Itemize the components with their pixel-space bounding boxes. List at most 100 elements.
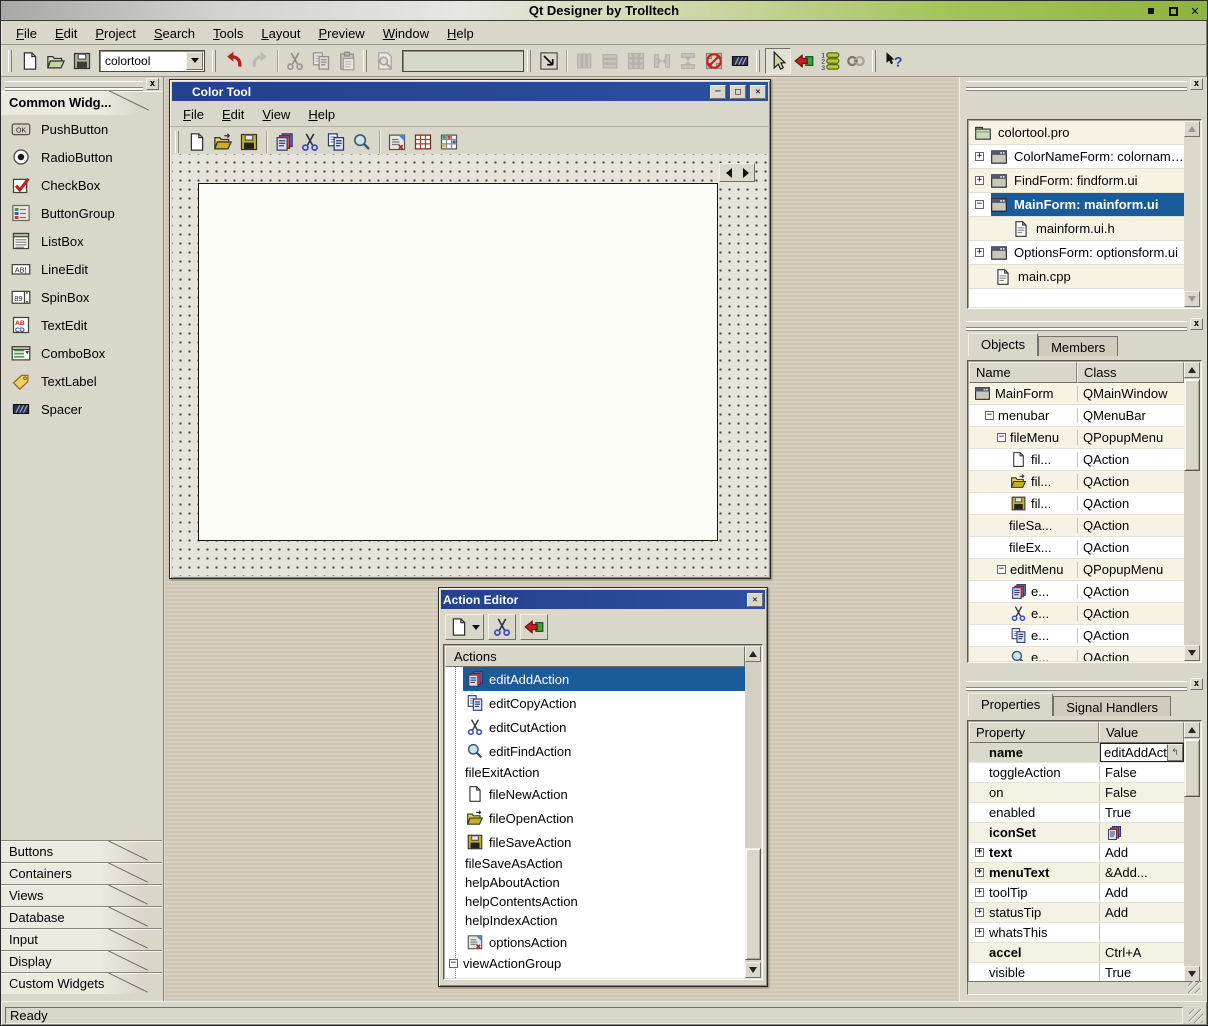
property-row-visible[interactable]: visibleTrue — [969, 963, 1184, 982]
property-row-iconSet[interactable]: iconSet — [969, 823, 1184, 843]
object-row-MainForm[interactable]: MainFormQMainWindow — [969, 383, 1184, 405]
spacer-button[interactable] — [727, 48, 753, 74]
toolbar-handle[interactable] — [527, 50, 531, 72]
toolbox-widget-checkbox[interactable]: CheckBox — [1, 171, 163, 199]
paste-button[interactable] — [334, 48, 360, 74]
scroll-down-icon[interactable] — [1184, 645, 1200, 661]
toolbox-tab-database[interactable]: Database — [1, 906, 162, 928]
collapse-icon[interactable]: − — [449, 959, 458, 968]
object-row-fileSa[interactable]: fileSa...QAction — [969, 515, 1184, 537]
action-item-fileNewAction[interactable]: fileNewAction — [445, 782, 745, 806]
project-dock-handle[interactable]: x — [964, 78, 1205, 91]
object-row-menubar[interactable]: −menubarQMenuBar — [969, 405, 1184, 427]
menu-project[interactable]: Project — [86, 23, 144, 44]
scroll-up-icon[interactable] — [1184, 722, 1200, 738]
project-item-FindForm-findform.ui[interactable]: +FindForm: findform.ui — [969, 169, 1184, 193]
action-list-header[interactable]: Actions — [445, 646, 745, 667]
toolbox-tab-common-widgets[interactable]: Common Widg... — [1, 91, 163, 115]
find-text-button[interactable] — [372, 48, 398, 74]
property-row-enabled[interactable]: enabledTrue — [969, 803, 1184, 823]
action-item-fileOpenAction[interactable]: fileOpenAction — [445, 806, 745, 830]
tab-members[interactable]: Members — [1038, 336, 1118, 356]
property-scrollbar[interactable] — [1184, 722, 1200, 982]
scroll-right-icon[interactable] — [737, 164, 754, 181]
collapse-icon[interactable]: − — [985, 411, 994, 420]
scrollbar-thumb[interactable] — [1184, 379, 1200, 471]
toolbar-handle[interactable] — [175, 131, 179, 153]
column-header-class[interactable]: Class — [1077, 362, 1184, 383]
object-row-e[interactable]: e...QAction — [969, 647, 1184, 661]
redo-button[interactable] — [247, 48, 273, 74]
object-row-fileEx[interactable]: fileEx...QAction — [969, 537, 1184, 559]
scroll-down-icon[interactable] — [1184, 966, 1200, 982]
whats-this-button[interactable]: ? — [881, 48, 907, 74]
toolbox-tab-containers[interactable]: Containers — [1, 862, 162, 884]
property-value-editor[interactable]: editAddActio↰ — [1100, 743, 1184, 762]
project-combobox[interactable]: colortool — [99, 50, 205, 72]
action-list-scrollbar[interactable] — [745, 646, 761, 978]
property-close-icon[interactable]: x — [1190, 678, 1203, 690]
cut-button[interactable] — [297, 129, 323, 155]
form-menu-help[interactable]: Help — [299, 104, 344, 125]
property-row-menuText[interactable]: +menuText&Add... — [969, 863, 1184, 883]
tab-objects[interactable]: Objects — [968, 333, 1038, 356]
property-row-toolTip[interactable]: +toolTipAdd — [969, 883, 1184, 903]
toolbox-widget-pushbutton[interactable]: OKPushButton — [1, 115, 163, 143]
form-close-button[interactable]: ✕ — [750, 85, 766, 99]
layout-horizontal-button[interactable] — [597, 48, 623, 74]
object-row-fil[interactable]: fil...QAction — [969, 449, 1184, 471]
layout-grid-button[interactable] — [623, 48, 649, 74]
menu-edit[interactable]: Edit — [46, 23, 86, 44]
project-item-OptionsForm-optionsform.ui[interactable]: +OptionsForm: optionsform.ui — [969, 241, 1184, 265]
toolbox-widget-textedit[interactable]: ABCDTextEdit — [1, 311, 163, 339]
toolbox-close-icon[interactable]: x — [146, 78, 159, 90]
window-resize-grip[interactable] — [1189, 1009, 1203, 1023]
property-row-accel[interactable]: accelCtrl+A — [969, 943, 1184, 963]
property-row-whatsThis[interactable]: +whatsThis — [969, 923, 1184, 943]
add-stack-button[interactable] — [271, 129, 297, 155]
project-close-icon[interactable]: x — [1190, 78, 1203, 90]
menu-search[interactable]: Search — [145, 23, 204, 44]
break-layout-button[interactable] — [701, 48, 727, 74]
menu-preview[interactable]: Preview — [309, 23, 373, 44]
object-close-icon[interactable]: x — [1190, 318, 1203, 330]
copy-button[interactable] — [323, 129, 349, 155]
cut-button[interactable] — [282, 48, 308, 74]
expand-icon[interactable]: + — [975, 848, 984, 857]
expand-icon[interactable]: + — [975, 176, 984, 185]
delete-action-button[interactable] — [488, 614, 516, 640]
toolbox-widget-lineedit[interactable]: AB|LineEdit — [1, 255, 163, 283]
action-item-editAddAction[interactable]: editAddAction — [445, 667, 745, 691]
action-item-helpContentsAction[interactable]: helpContentsAction — [445, 892, 745, 911]
form-menu-edit[interactable]: Edit — [213, 104, 253, 125]
table-button[interactable] — [410, 129, 436, 155]
project-item-MainForm-mainform.ui[interactable]: −MainForm: mainform.ui — [969, 193, 1184, 217]
close-button[interactable]: ✕ — [1189, 5, 1201, 17]
property-row-on[interactable]: onFalse — [969, 783, 1184, 803]
object-row-e[interactable]: e...QAction — [969, 603, 1184, 625]
pointer-button[interactable] — [765, 48, 791, 74]
tab-signal-handlers[interactable]: Signal Handlers — [1053, 696, 1171, 716]
connect-signals-button[interactable] — [791, 48, 817, 74]
form-central-widget[interactable] — [198, 183, 718, 541]
action-editor-titlebar[interactable]: Action Editor ✕ — [441, 590, 765, 609]
adjust-size-button[interactable] — [536, 48, 562, 74]
action-item-optionsAction[interactable]: optionsAction — [445, 930, 745, 954]
scroll-up-icon[interactable] — [1184, 362, 1200, 378]
property-dock-handle[interactable]: x — [964, 678, 1205, 691]
copy-button[interactable] — [308, 48, 334, 74]
scrollbar-thumb[interactable] — [745, 848, 761, 960]
menu-layout[interactable]: Layout — [252, 23, 309, 44]
menu-file[interactable]: File — [7, 23, 46, 44]
toolbar-handle[interactable] — [756, 50, 760, 72]
toolbox-widget-combobox[interactable]: ComboBox — [1, 339, 163, 367]
project-item-main.cpp[interactable]: main.cpp — [969, 265, 1184, 289]
action-item-viewActionGroup[interactable]: −viewActionGroup — [445, 954, 745, 973]
toolbox-tab-display[interactable]: Display — [1, 950, 162, 972]
undo-button[interactable] — [221, 48, 247, 74]
toolbar-handle[interactable] — [872, 50, 876, 72]
project-item-ColorNameForm-colornamef[interactable]: +ColorNameForm: colornamef... — [969, 145, 1184, 169]
action-item-fileExitAction[interactable]: fileExitAction — [445, 763, 745, 782]
collapse-icon[interactable]: − — [997, 565, 1006, 574]
object-scrollbar[interactable] — [1184, 362, 1200, 661]
